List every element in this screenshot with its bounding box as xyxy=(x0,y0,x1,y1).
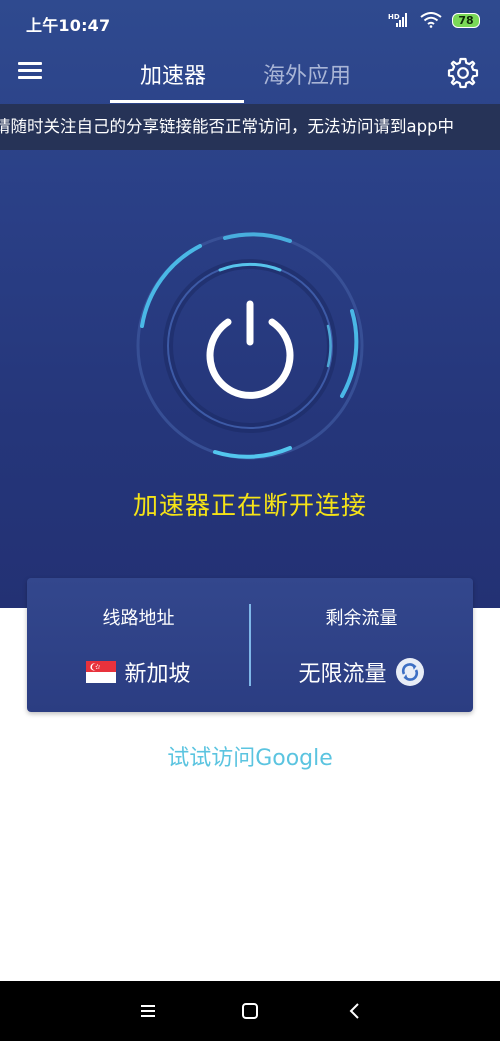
battery-icon: 78 xyxy=(452,12,480,28)
active-tab-indicator xyxy=(110,100,244,103)
signal-hd-label: HD xyxy=(388,13,400,21)
route-country: 新加坡 xyxy=(124,662,191,687)
status-time: 上午10:47 xyxy=(26,16,111,35)
traffic-section: 剩余流量 无限流量 xyxy=(250,578,473,712)
tab-accelerator[interactable]: 加速器 xyxy=(140,58,206,90)
try-google-link[interactable]: 试试访问Google xyxy=(0,740,500,772)
recent-apps-icon[interactable] xyxy=(136,999,160,1023)
signal-icon: HD xyxy=(388,13,407,27)
app-screen: 上午10:47 HD 78 加速器 海外应用 请随时关注自己的分享链接能否正常访… xyxy=(0,0,500,1041)
traffic-value: 无限流量 xyxy=(250,656,473,688)
traffic-label: 剩余流量 xyxy=(325,608,398,629)
notice-text: 请随时关注自己的分享链接能否正常访问，无法访问请到app中 xyxy=(0,117,455,136)
route-label: 线路地址 xyxy=(102,608,175,629)
traffic-amount: 无限流量 xyxy=(298,662,387,687)
gear-icon[interactable] xyxy=(446,56,480,90)
system-nav-bar xyxy=(0,981,500,1041)
singapore-flag-icon xyxy=(86,661,117,683)
route-value: 新加坡 xyxy=(27,656,250,688)
app-header: 加速器 海外应用 xyxy=(0,42,500,104)
status-icons: HD 78 xyxy=(388,12,480,28)
info-card: 线路地址 新加坡 剩余流量 无限流量 xyxy=(27,578,473,712)
back-icon[interactable] xyxy=(343,999,367,1023)
notice-ticker: 请随时关注自己的分享链接能否正常访问，无法访问请到app中 xyxy=(0,104,500,150)
tab-overseas-apps[interactable]: 海外应用 xyxy=(263,58,351,90)
power-button[interactable] xyxy=(130,226,370,466)
route-section[interactable]: 线路地址 新加坡 xyxy=(27,578,250,712)
status-bar: 上午10:47 HD 78 xyxy=(0,0,500,42)
home-icon[interactable] xyxy=(238,999,262,1023)
wifi-icon xyxy=(420,12,442,28)
menu-icon[interactable] xyxy=(18,62,42,80)
connection-status-text: 加速器正在断开连接 xyxy=(132,491,367,520)
refresh-icon[interactable] xyxy=(395,657,425,687)
